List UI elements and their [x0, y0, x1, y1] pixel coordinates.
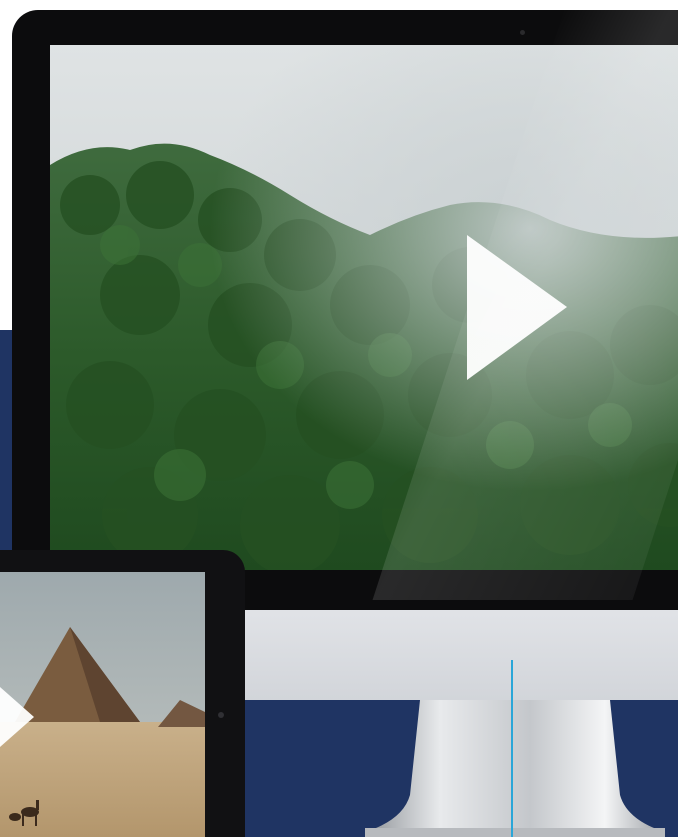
stand-backdrop [230, 600, 678, 700]
camera-icon [520, 30, 525, 35]
accent-line [511, 660, 513, 837]
device-showcase [0, 0, 678, 837]
monitor-stand [365, 700, 665, 837]
play-icon[interactable] [0, 687, 34, 747]
tablet-screen-video[interactable] [0, 572, 205, 837]
tablet-home-button [218, 712, 224, 718]
